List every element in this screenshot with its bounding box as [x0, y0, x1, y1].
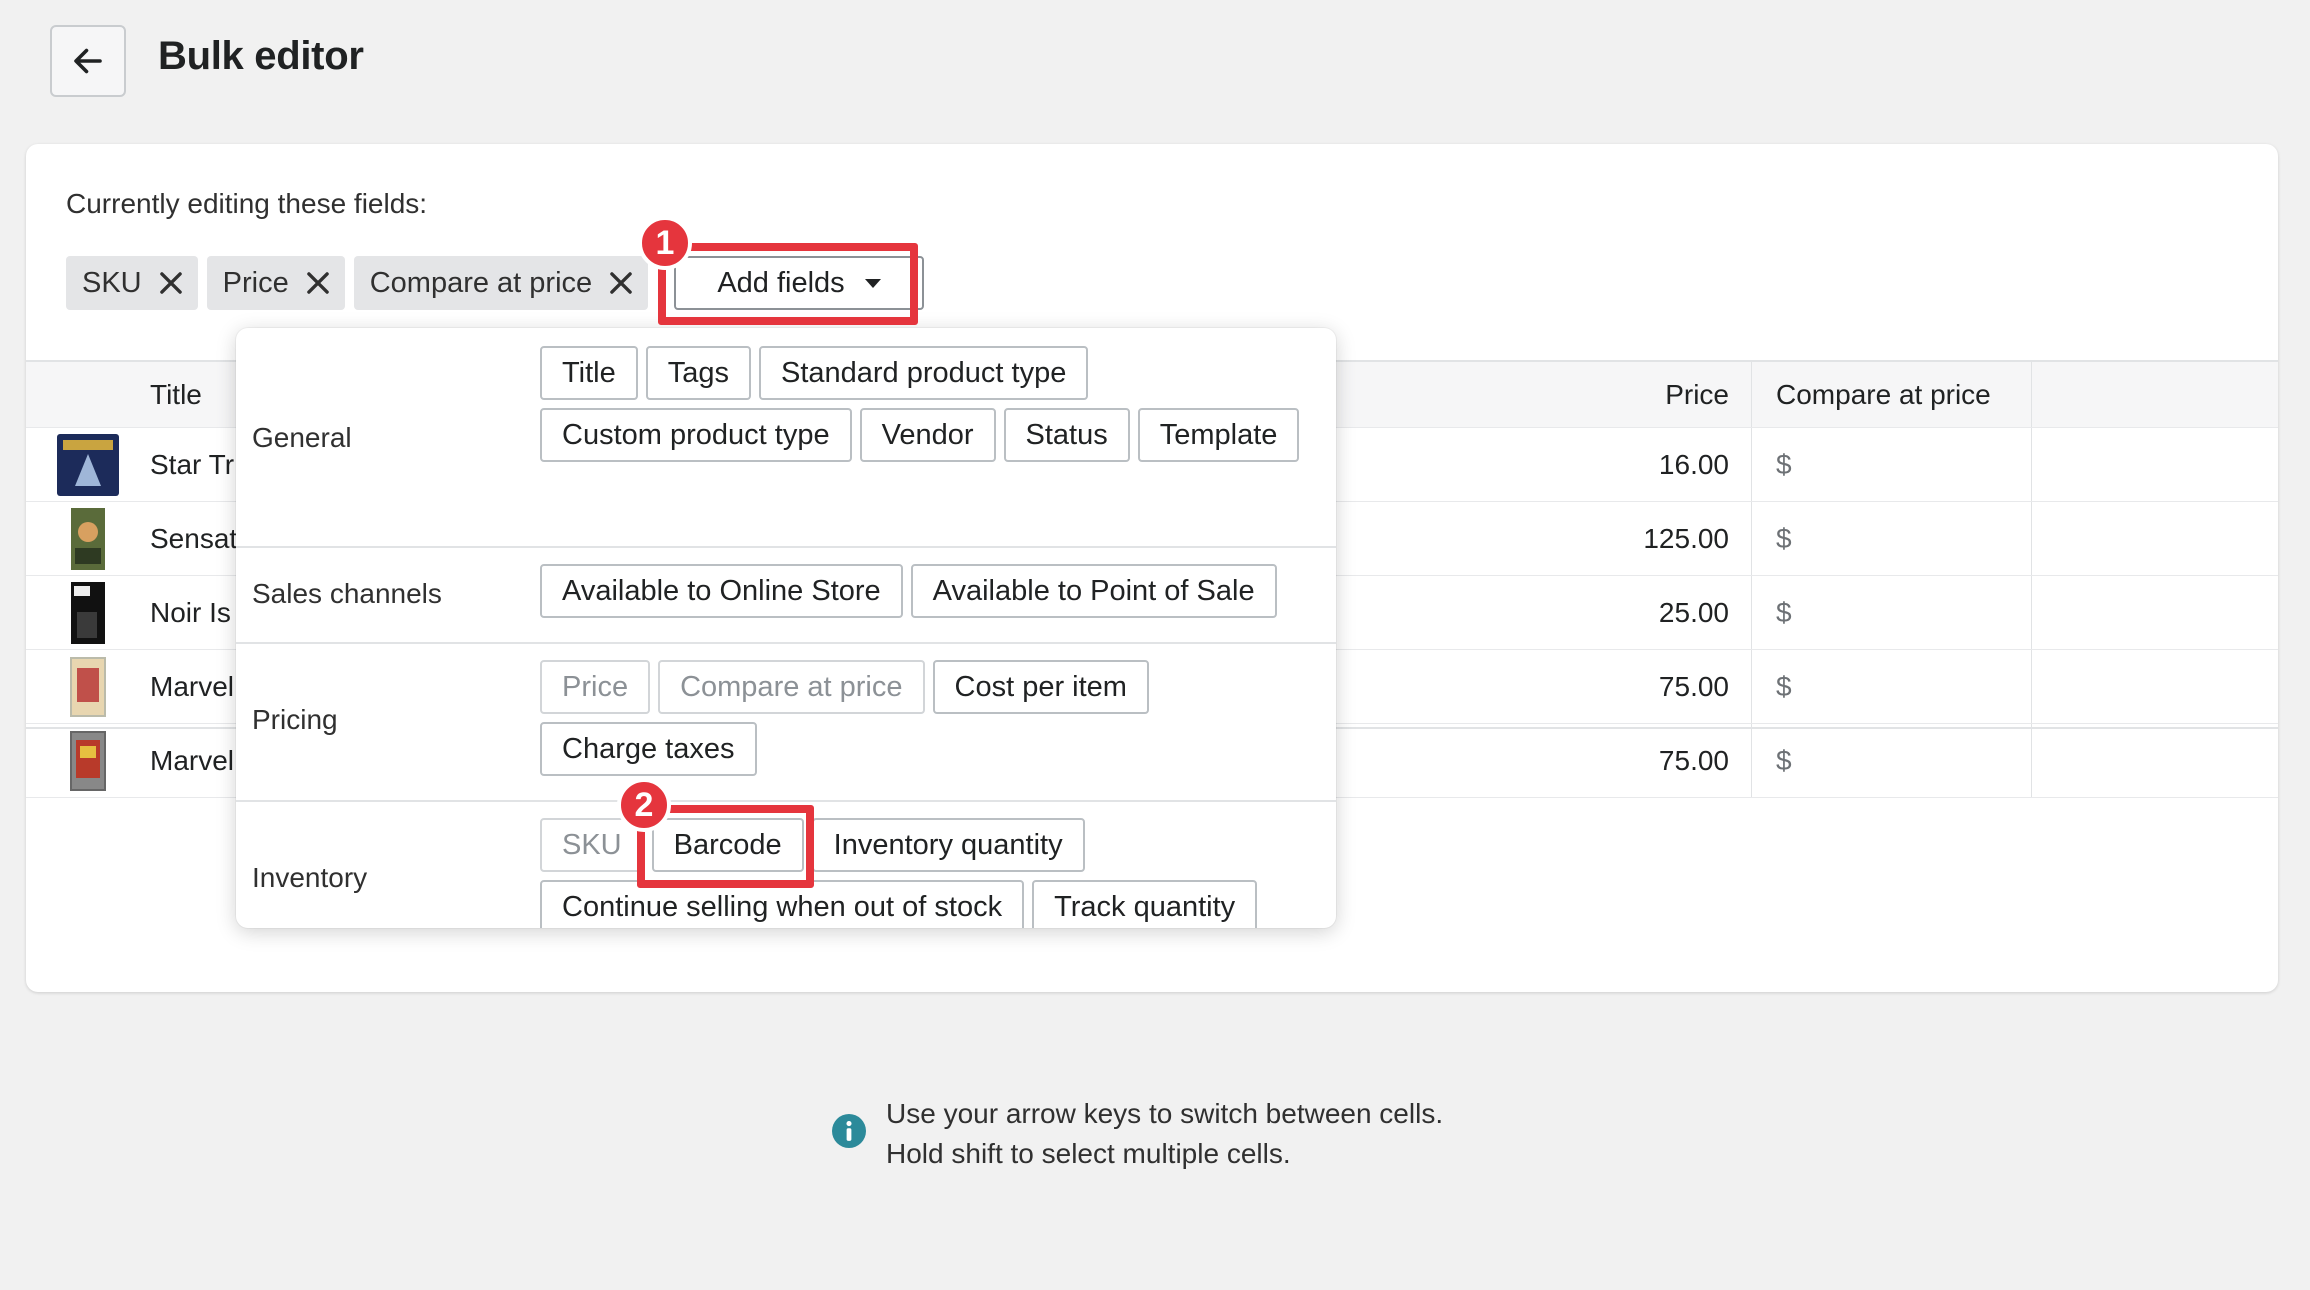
caret-down-icon [864, 278, 881, 288]
product-thumbnail [70, 730, 106, 791]
keyboard-hint: Use your arrow keys to switch between ce… [832, 1094, 1443, 1174]
cell-compare-at-price[interactable]: $ [1752, 650, 2032, 723]
option-continue-selling-when-out-of-stock[interactable]: Continue selling when out of stock [540, 880, 1025, 928]
option-price: Price [540, 660, 651, 714]
section-inventory: Inventory SKU Barcode Inventory quantity… [236, 802, 1336, 928]
column-header-price: Price [1350, 362, 1752, 427]
remove-sku-icon[interactable] [158, 270, 184, 296]
cell-price[interactable]: 16.00 [1350, 428, 1752, 501]
cell-price[interactable]: 75.00 [1350, 724, 1752, 797]
option-standard-product-type[interactable]: Standard product type [758, 346, 1089, 400]
hint-line-1: Use your arrow keys to switch between ce… [886, 1098, 1444, 1129]
cell-price[interactable]: 75.00 [1350, 650, 1752, 723]
cell-compare-at-price[interactable]: $ [1752, 428, 2032, 501]
product-thumbnail [71, 507, 105, 570]
step-badge-1: 1 [638, 216, 692, 270]
option-tags[interactable]: Tags [645, 346, 751, 400]
option-list: Title Tags Standard product type Custom … [540, 346, 1320, 462]
option-vendor[interactable]: Vendor [859, 408, 996, 462]
cell-price[interactable]: 125.00 [1350, 502, 1752, 575]
option-track-quantity[interactable]: Track quantity [1032, 880, 1258, 928]
hint-text: Use your arrow keys to switch between ce… [886, 1094, 1443, 1174]
option-list: SKU Barcode Inventory quantity Continue … [540, 818, 1320, 928]
section-label: Inventory [252, 862, 368, 893]
step-badge-2: 2 [617, 778, 671, 832]
chip-label: SKU [82, 266, 142, 299]
field-chip-sku: SKU [66, 256, 198, 310]
editing-fields-label: Currently editing these fields: [66, 188, 428, 219]
chip-label: Price [222, 266, 289, 299]
option-custom-product-type[interactable]: Custom product type [540, 408, 852, 462]
section-general: General Title Tags Standard product type… [236, 328, 1336, 548]
section-label: Sales channels [252, 578, 442, 609]
chip-label: Compare at price [369, 266, 593, 299]
option-inventory-quantity[interactable]: Inventory quantity [811, 818, 1085, 872]
field-chip-price: Price [206, 256, 345, 310]
field-chip-compare-at-price: Compare at price [353, 256, 649, 310]
section-sales-channels: Sales channels Available to Online Store… [236, 548, 1336, 644]
option-available-to-online-store[interactable]: Available to Online Store [540, 564, 903, 618]
cell-compare-at-price[interactable]: $ [1752, 724, 2032, 797]
option-available-to-point-of-sale[interactable]: Available to Point of Sale [910, 564, 1277, 618]
remove-compare-at-price-icon[interactable] [608, 270, 634, 296]
product-thumbnail [57, 433, 119, 496]
cell-compare-at-price[interactable]: $ [1752, 576, 2032, 649]
option-list: Price Compare at price Cost per item Cha… [540, 660, 1320, 776]
add-fields-label: Add fields [717, 266, 845, 299]
back-button[interactable] [50, 25, 126, 97]
info-icon [832, 1114, 866, 1148]
arrow-left-icon [74, 48, 102, 74]
cell-compare-at-price[interactable]: $ [1752, 502, 2032, 575]
field-chips: SKU Price Compare at price [66, 256, 649, 310]
option-status[interactable]: Status [1003, 408, 1130, 462]
cell-price[interactable]: 25.00 [1350, 576, 1752, 649]
section-label: General [252, 422, 352, 453]
option-cost-per-item[interactable]: Cost per item [932, 660, 1149, 714]
product-thumbnail [71, 581, 105, 644]
option-barcode[interactable]: Barcode [651, 818, 804, 872]
option-charge-taxes[interactable]: Charge taxes [540, 722, 757, 776]
product-thumbnail [70, 656, 106, 717]
option-template[interactable]: Template [1137, 408, 1300, 462]
hint-line-2: Hold shift to select multiple cells. [886, 1138, 1291, 1169]
add-fields-button[interactable]: Add fields [674, 256, 924, 310]
option-compare-at-price: Compare at price [658, 660, 925, 714]
section-pricing: Pricing Price Compare at price Cost per … [236, 644, 1336, 802]
section-label: Pricing [252, 704, 338, 735]
column-header-compare-at-price: Compare at price [1752, 362, 2032, 427]
option-title[interactable]: Title [540, 346, 638, 400]
page-title: Bulk editor [158, 34, 364, 78]
option-list: Available to Online Store Available to P… [540, 564, 1320, 618]
remove-price-icon[interactable] [305, 270, 331, 296]
add-fields-popover: General Title Tags Standard product type… [236, 328, 1336, 928]
